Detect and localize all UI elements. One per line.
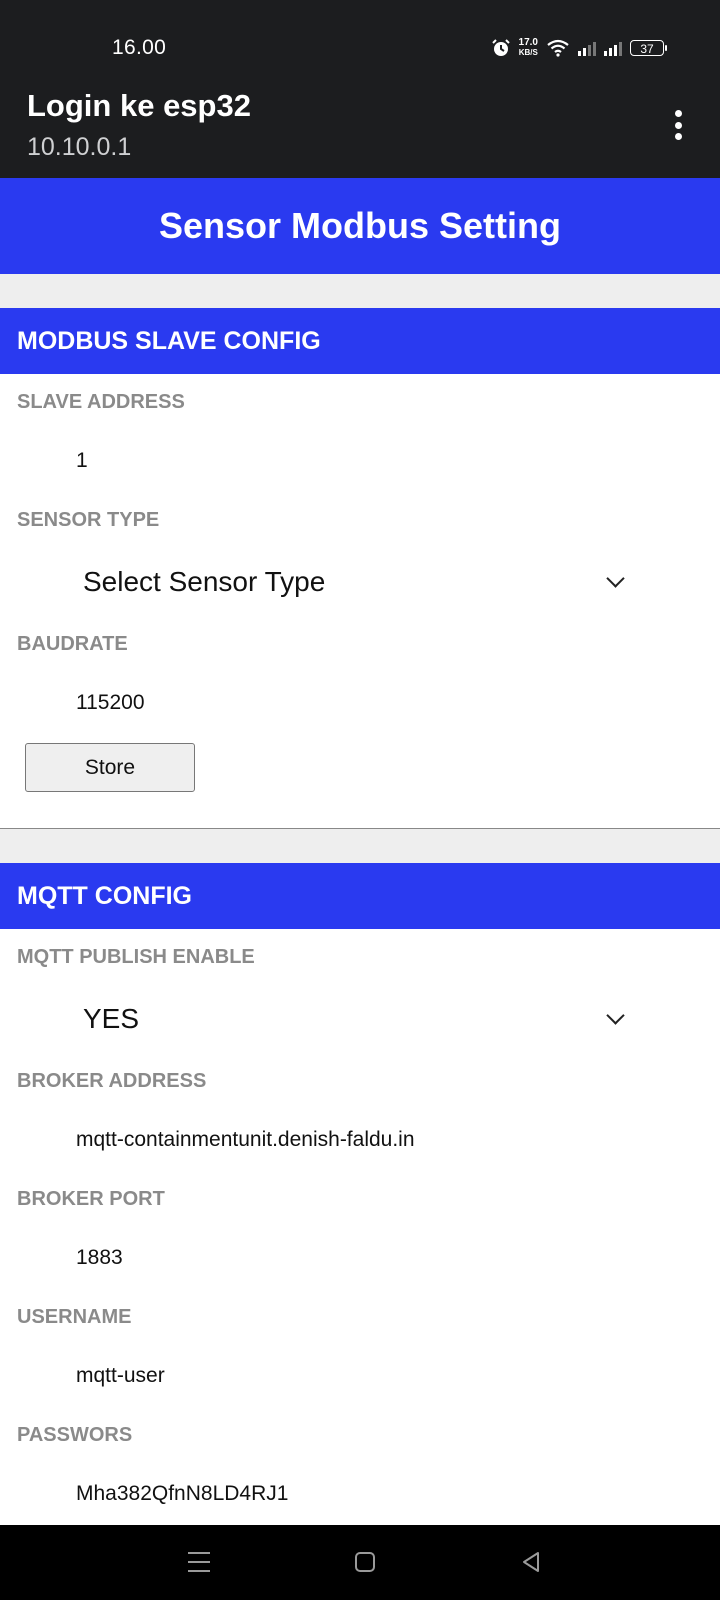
more-vert-icon[interactable] [674, 110, 682, 140]
alarm-icon [491, 39, 510, 56]
baudrate-label: BAUDRATE [17, 632, 128, 655]
signal-icon [604, 40, 622, 56]
broker-address-input[interactable]: mqtt-containmentunit.denish-faldu.in [0, 1109, 720, 1171]
wifi-icon [547, 39, 569, 57]
battery-icon: 37 [630, 40, 667, 56]
sensor-type-selected: Select Sensor Type [83, 566, 326, 597]
page-title: Sensor Modbus Setting [0, 178, 720, 274]
net-speed: 17.0 KB/S [519, 38, 538, 58]
mqtt-section-header: MQTT CONFIG [0, 863, 720, 929]
broker-address-label: BROKER ADDRESS [17, 1069, 207, 1092]
mqtt-publish-enable-label: MQTT PUBLISH ENABLE [17, 945, 255, 968]
app-title: Login ke esp32 [27, 88, 251, 123]
baudrate-input[interactable]: 115200 [0, 672, 720, 734]
sensor-type-label: SENSOR TYPE [17, 508, 160, 531]
store-button-row: Store [0, 734, 720, 828]
broker-port-input[interactable]: 1883 [0, 1227, 720, 1289]
password-input[interactable]: Mha382QfnN8LD4RJ1 [0, 1463, 720, 1525]
back-icon[interactable] [520, 1551, 542, 1573]
username-label: USERNAME [17, 1305, 132, 1328]
sensor-type-select[interactable]: Select Sensor Type [0, 548, 720, 616]
password-label: PASSWORS [17, 1423, 133, 1446]
slave-address-input[interactable]: 1 [0, 430, 720, 492]
chevron-down-icon [606, 1005, 625, 1025]
signal-icon [578, 40, 596, 56]
broker-port-label: BROKER PORT [17, 1187, 165, 1210]
app-subtitle: 10.10.0.1 [27, 133, 132, 161]
system-nav-bar [0, 1525, 720, 1600]
store-button[interactable]: Store [25, 743, 195, 792]
modbus-section-header: MODBUS SLAVE CONFIG [0, 308, 720, 374]
menu-icon[interactable] [188, 1552, 210, 1572]
section-gap [0, 829, 720, 863]
net-speed-value: 17.0 [518, 37, 538, 48]
home-icon[interactable] [355, 1552, 375, 1572]
section-gap [0, 274, 720, 308]
status-icons: 17.0 KB/S 37 [491, 36, 667, 60]
slave-address-label: SLAVE ADDRESS [17, 390, 185, 413]
status-time: 16.00 [112, 36, 167, 59]
app-top-bar: 16.00 17.0 KB/S 37 Login ke esp32 10.10.… [0, 0, 720, 178]
username-input[interactable]: mqtt-user [0, 1345, 720, 1407]
web-page: Sensor Modbus Setting MODBUS SLAVE CONFI… [0, 178, 720, 1525]
chevron-down-icon [606, 568, 625, 588]
mqtt-publish-enable-select[interactable]: YES [0, 985, 720, 1053]
mqtt-publish-enable-selected: YES [83, 1003, 140, 1034]
net-speed-unit: KB/S [518, 48, 538, 57]
